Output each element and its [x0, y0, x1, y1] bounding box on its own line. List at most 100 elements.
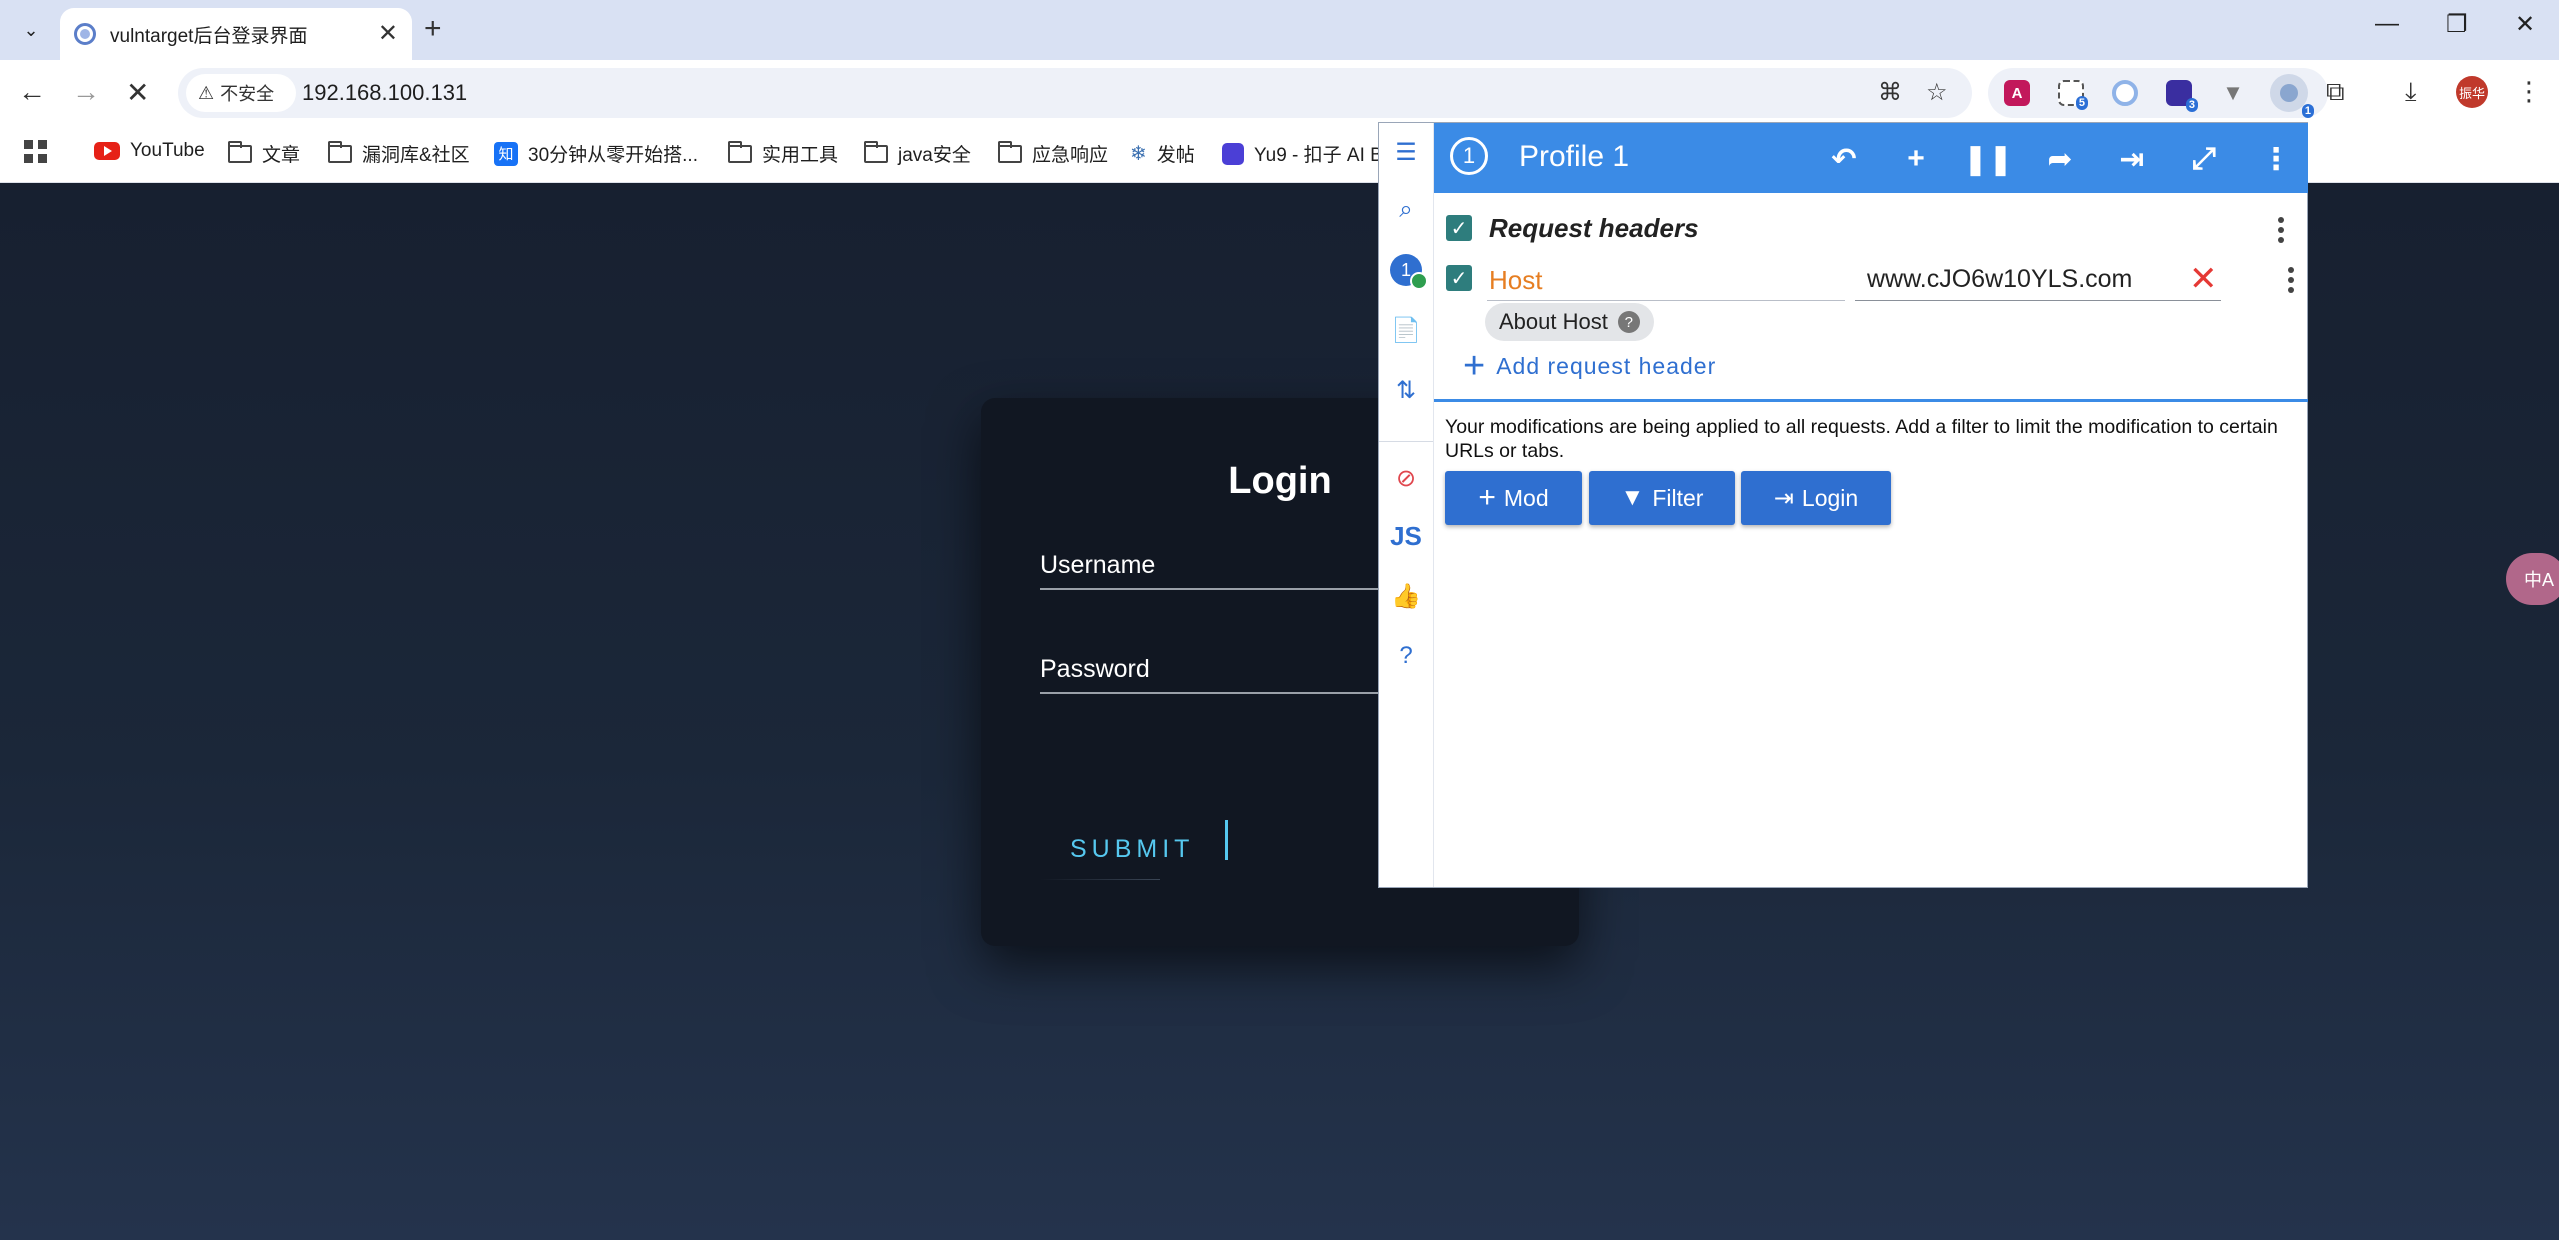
username-label: Username [1040, 551, 1156, 579]
bookmark-youtube[interactable]: YouTube [94, 140, 205, 162]
bookmark-folder-incident[interactable]: 应急响应 [998, 140, 1108, 167]
request-headers-checkbox[interactable]: ✓ [1446, 215, 1472, 241]
stop-loading-button[interactable]: ✕ [126, 76, 149, 109]
modheader-popup: ☰ ⌕ 1 📄 ⇅ ⊘ JS 👍 ? 1 Profile 1 ↶ + ❚❚ ➦ … [1378, 122, 2308, 888]
section-more-icon[interactable] [2277, 215, 2285, 245]
about-host-chip[interactable]: About Host ? [1485, 303, 1654, 341]
plus-icon: + [1478, 481, 1496, 514]
translate-ext-icon[interactable]: A [2004, 80, 2030, 106]
add-icon[interactable]: + [1896, 139, 1936, 179]
folder-icon [228, 140, 252, 163]
js-icon[interactable]: JS [1389, 519, 1423, 553]
submit-edge-decoration [1225, 820, 1228, 860]
circle-ext-icon[interactable] [2112, 80, 2138, 106]
bookmark-zhihu[interactable]: 知 30分钟从零开始搭... [494, 140, 698, 167]
snowflake-icon: ❄ [1130, 143, 1147, 165]
submit-edge-decoration [1040, 879, 1160, 880]
browser-toolbar: ← → ✕ ⚠ 不安全 192.168.100.131 ⌘ ☆ A 5 3 ▼ … [0, 60, 2559, 126]
login-button[interactable]: ⇥ Login [1741, 471, 1891, 525]
help-icon[interactable]: ? [1389, 639, 1423, 673]
bookmark-label: 漏洞库&社区 [362, 145, 470, 166]
pause-icon[interactable]: ❚❚ [1963, 139, 2013, 179]
zhihu-icon: 知 [494, 141, 518, 166]
tab-strip: ⌄ vulntarget后台登录界面 ✕ + — ❐ ✕ [0, 0, 2559, 60]
close-window-button[interactable]: ✕ [2515, 10, 2535, 39]
coze-icon [1222, 142, 1244, 165]
security-label: 不安全 [220, 84, 275, 104]
close-tab-icon[interactable]: ✕ [378, 20, 398, 48]
bookmark-folder-articles[interactable]: 文章 [228, 140, 300, 167]
floating-translate-button[interactable]: 中A [2506, 553, 2559, 605]
thumbs-up-icon[interactable]: 👍 [1389, 579, 1423, 613]
bookmark-label: java安全 [898, 145, 971, 166]
hidden-eye-icon[interactable]: ⊘ [1389, 461, 1423, 495]
section-divider [1434, 399, 2308, 402]
warning-icon: ⚠ [198, 82, 215, 103]
folder-icon [728, 140, 752, 163]
cube-ext-icon[interactable]: 3 [2166, 80, 2198, 112]
security-chip[interactable]: ⚠ 不安全 [186, 74, 296, 112]
bookmark-label: 文章 [262, 145, 301, 166]
search-icon[interactable]: ⌕ [1389, 193, 1423, 227]
bookmark-folder-java[interactable]: java安全 [864, 140, 971, 167]
sort-icon[interactable]: ⇅ [1389, 373, 1423, 407]
profile-title[interactable]: Profile 1 [1519, 140, 1629, 174]
downloads-icon[interactable]: ⤓ [2405, 76, 2417, 108]
bookmark-folder-tools[interactable]: 实用工具 [728, 140, 838, 167]
modheader-ext-icon[interactable]: 1 [2270, 74, 2314, 118]
bookmark-star-icon[interactable]: ☆ [1926, 78, 1948, 107]
header-more-icon[interactable] [2287, 265, 2295, 295]
header-name-text: Host [1489, 265, 1543, 295]
forward-button[interactable]: → [72, 76, 100, 108]
hamburger-menu-icon[interactable]: ☰ [1389, 135, 1423, 169]
profile-avatar[interactable]: 振华 [2456, 76, 2488, 108]
add-filter-button[interactable]: ▼ Filter [1589, 471, 1735, 525]
profile-number-icon[interactable]: 1 [1450, 137, 1488, 175]
share-icon[interactable]: ➦ [2040, 139, 2080, 179]
restore-window-button[interactable]: ❐ [2446, 10, 2468, 39]
apps-grid-icon[interactable] [24, 140, 48, 164]
login-icon: ⇥ [1773, 484, 1794, 512]
screenshot-ext-icon[interactable]: 5 [2058, 80, 2088, 110]
bookmark-post[interactable]: ❄ 发帖 [1130, 140, 1195, 167]
submit-label: SUBMIT [1070, 834, 1195, 863]
add-profile-file-icon[interactable]: 📄 [1389, 313, 1423, 347]
browser-tab-active[interactable]: vulntarget后台登录界面 ✕ [60, 8, 412, 60]
address-bar[interactable]: ⚠ 不安全 192.168.100.131 ⌘ ☆ [178, 68, 1972, 118]
youtube-icon [94, 142, 120, 160]
minimize-window-button[interactable]: — [2375, 10, 2399, 38]
folder-icon [864, 140, 888, 163]
host-header-checkbox[interactable]: ✓ [1446, 265, 1472, 291]
back-button[interactable]: ← [18, 76, 46, 108]
submit-button[interactable]: SUBMIT [1040, 818, 1228, 880]
login-arrow-icon[interactable]: ⇥ [2112, 139, 2152, 179]
extensions-puzzle-icon[interactable]: ⧉ [2326, 76, 2345, 108]
login-button-label: Login [1801, 484, 1859, 511]
bookmark-label: Yu9 - 扣子 AI B [1254, 145, 1383, 166]
screenshot-ext-badge: 5 [2075, 96, 2088, 110]
header-value-input[interactable]: www.cJO6w10YLS.com [1855, 263, 2221, 301]
modheader-logo-icon [2280, 84, 2298, 102]
add-request-header-button[interactable]: + Add request header [1463, 347, 1716, 385]
bookmark-label: 发帖 [1156, 145, 1195, 166]
url-text[interactable]: 192.168.100.131 [302, 80, 467, 106]
translate-float-label: 中A [2524, 570, 2555, 590]
translate-page-icon[interactable]: ⌘ [1878, 78, 1902, 107]
profile-number-badge: 1 [1390, 254, 1428, 290]
profile-1-icon[interactable]: 1 [1389, 253, 1428, 290]
fullscreen-icon[interactable]: ⤢ [2184, 139, 2224, 179]
new-tab-button[interactable]: + [424, 12, 442, 46]
delete-header-icon[interactable]: ✕ [2189, 259, 2218, 299]
bookmark-folder-vulndb[interactable]: 漏洞库&社区 [328, 140, 470, 167]
folder-icon [328, 140, 352, 163]
modheader-ext-badge: 1 [2301, 104, 2314, 118]
extensions-area: A 5 3 ▼ 1 [1988, 68, 2328, 118]
more-vert-icon[interactable]: ⋮ [2256, 139, 2296, 179]
undo-icon[interactable]: ↶ [1824, 139, 1864, 179]
tab-search-button[interactable]: ⌄ [14, 13, 48, 47]
browser-menu-icon[interactable]: ⋮ [2516, 76, 2542, 107]
add-mod-button[interactable]: + Mod [1445, 471, 1582, 525]
header-name-input[interactable]: Host [1487, 263, 1845, 301]
bookmark-coze[interactable]: Yu9 - 扣子 AI B [1222, 140, 1383, 167]
vue-ext-icon[interactable]: ▼ [2220, 80, 2246, 106]
